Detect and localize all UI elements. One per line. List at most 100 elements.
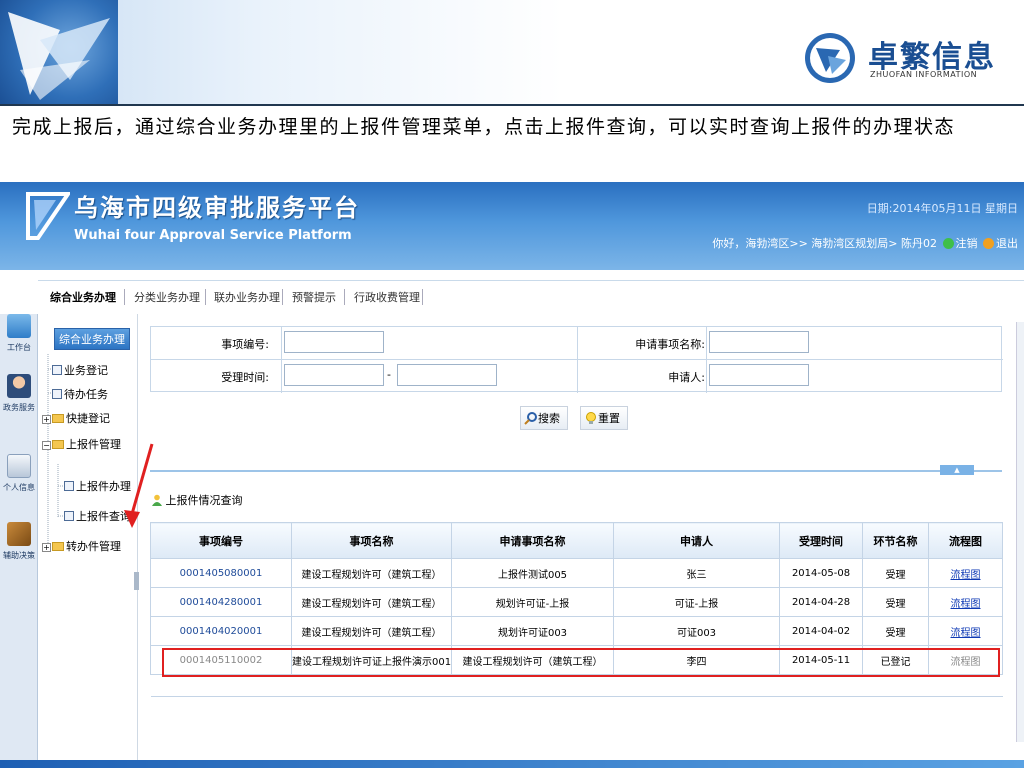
tree-item-business-register[interactable]: 业务登记 bbox=[52, 362, 108, 378]
tree-item-transfer-management[interactable]: + 转办件管理 bbox=[42, 538, 121, 554]
nav-separator bbox=[344, 289, 345, 305]
nav-separator bbox=[422, 289, 423, 305]
cell-item-name: 建设工程规划许可（建筑工程） bbox=[291, 616, 452, 646]
rail-label: 政务服务 bbox=[3, 403, 35, 412]
tab-admin-fees[interactable]: 行政收费管理 bbox=[354, 289, 420, 305]
cell-apply-name: 规划许可证-上报 bbox=[451, 587, 614, 617]
cell-stage: 受理 bbox=[862, 558, 929, 588]
apply-name-label: 申请事项名称: bbox=[635, 338, 705, 351]
brand-name-en: ZHUOFAN INFORMATION bbox=[870, 70, 978, 79]
annotation-arrow-icon bbox=[124, 443, 154, 528]
nav-separator bbox=[205, 289, 206, 305]
col-header-applicant: 申请人 bbox=[613, 522, 780, 559]
cell-item-name: 建设工程规划许可（建筑工程） bbox=[291, 587, 452, 617]
collapse-icon[interactable]: − bbox=[42, 441, 51, 450]
rail-item-gov-services[interactable]: 政务服务 bbox=[0, 374, 38, 413]
cell-stage: 受理 bbox=[862, 587, 929, 617]
exit-icon[interactable] bbox=[983, 238, 994, 249]
tree-item-quick-register[interactable]: + 快捷登记 bbox=[42, 410, 110, 426]
slide-header: 卓繁信息 ZHUOFAN INFORMATION bbox=[0, 0, 1024, 105]
table-header-row: 事项编号 事项名称 申请事项名称 申请人 受理时间 环节名称 流程图 bbox=[150, 522, 1003, 559]
side-tree: 综合业务办理 业务登记 待办任务 + 快捷登记 − 上报件管理 上报件办理 上报件查… bbox=[40, 314, 138, 768]
form-divider bbox=[281, 327, 282, 393]
user-bar: 你好，海勃湾区>> 海勃湾区规划局> 陈丹02 注销 退出 bbox=[712, 235, 1018, 251]
person-icon bbox=[7, 374, 31, 398]
brand-logo-icon bbox=[805, 33, 855, 83]
col-header-flowchart: 流程图 bbox=[928, 522, 1003, 559]
table-empty-row bbox=[150, 674, 1003, 697]
exit-link[interactable]: 退出 bbox=[996, 237, 1018, 250]
expand-icon[interactable]: + bbox=[42, 415, 51, 424]
cell-item-no[interactable]: 0001404280001 bbox=[150, 587, 292, 617]
expand-icon[interactable]: + bbox=[42, 543, 51, 552]
profile-card-icon bbox=[7, 454, 31, 478]
reset-button-label: 重置 bbox=[598, 413, 620, 425]
rail-item-workbench[interactable]: 工作台 bbox=[0, 314, 38, 353]
annotation-highlight-box bbox=[162, 648, 1000, 677]
table-row[interactable]: 0001404020001 建设工程规划许可（建筑工程） 规划许可证003 可证… bbox=[150, 616, 1003, 646]
app-title-en: Wuhai four Approval Service Platform bbox=[74, 228, 352, 243]
folder-icon bbox=[52, 414, 64, 423]
reset-button[interactable]: 重置 bbox=[580, 406, 628, 430]
cell-apply-name: 规划许可证003 bbox=[451, 616, 614, 646]
search-button-label: 搜索 bbox=[538, 413, 560, 425]
date-range-dash: - bbox=[387, 368, 391, 381]
cell-accept-time: 2014-05-08 bbox=[779, 558, 863, 588]
document-icon bbox=[64, 511, 74, 521]
cell-item-no[interactable]: 0001405080001 bbox=[150, 558, 292, 588]
rail-item-decision-support[interactable]: 辅助决策 bbox=[0, 522, 38, 561]
app-title: 乌海市四级审批服务平台 bbox=[74, 194, 360, 222]
nav-separator bbox=[282, 289, 283, 305]
form-divider bbox=[577, 327, 578, 393]
cell-applicant: 张三 bbox=[613, 558, 780, 588]
col-header-apply-name: 申请事项名称 bbox=[451, 522, 614, 559]
folder-open-icon bbox=[52, 440, 64, 449]
side-tree-title[interactable]: 综合业务办理 bbox=[54, 328, 130, 350]
tree-item-label: 快捷登记 bbox=[66, 412, 110, 425]
tree-item-label: 业务登记 bbox=[64, 364, 108, 377]
search-button[interactable]: 搜索 bbox=[520, 406, 568, 430]
slide-bottom-bar bbox=[0, 760, 1024, 768]
tree-item-label: 转办件管理 bbox=[66, 540, 121, 553]
table-row[interactable]: 0001405080001 建设工程规划许可（建筑工程） 上报件测试005 张三… bbox=[150, 558, 1003, 588]
slide-caption: 完成上报后，通过综合业务办理里的上报件管理菜单，点击上报件查询，可以实时查询上报… bbox=[12, 116, 956, 138]
tab-joint-business[interactable]: 联办业务办理 bbox=[214, 289, 280, 305]
sidebar-collapse-handle[interactable] bbox=[134, 572, 139, 590]
document-icon bbox=[52, 365, 62, 375]
results-collapse-toggle[interactable]: ▲ bbox=[940, 465, 974, 475]
table-row[interactable]: 0001404280001 建设工程规划许可（建筑工程） 规划许可证-上报 可证… bbox=[150, 587, 1003, 617]
col-header-item-no: 事项编号 bbox=[150, 522, 292, 559]
results-title-text: 上报件情况查询 bbox=[165, 494, 243, 507]
logout-icon[interactable] bbox=[942, 238, 954, 249]
search-form: 事项编号: 申请事项名称: 受理时间: - 申请人: bbox=[150, 326, 1003, 393]
tab-category-business[interactable]: 分类业务办理 bbox=[134, 289, 200, 305]
app-date: 日期:2014年05月11日 星期日 bbox=[866, 202, 1018, 215]
apply-name-input[interactable] bbox=[709, 331, 809, 353]
cell-accept-time: 2014-04-02 bbox=[779, 616, 863, 646]
accept-time-start-input[interactable] bbox=[284, 364, 384, 386]
cell-applicant: 可证003 bbox=[613, 616, 780, 646]
flowchart-link[interactable]: 流程图 bbox=[928, 616, 1003, 646]
app-header: 乌海市四级审批服务平台 Wuhai four Approval Service … bbox=[0, 182, 1024, 270]
rail-label: 个人信息 bbox=[3, 483, 35, 492]
flowchart-link[interactable]: 流程图 bbox=[928, 558, 1003, 588]
rail-item-personal-info[interactable]: 个人信息 bbox=[0, 454, 38, 493]
cell-item-no[interactable]: 0001404020001 bbox=[150, 616, 292, 646]
cell-apply-name: 上报件测试005 bbox=[451, 558, 614, 588]
item-no-input[interactable] bbox=[284, 331, 384, 353]
flowchart-link[interactable]: 流程图 bbox=[928, 587, 1003, 617]
main-panel: 事项编号: 申请事项名称: 受理时间: - 申请人: 搜索 重置 ▲ 上报件情况… bbox=[150, 326, 1003, 746]
tab-warning[interactable]: 预警提示 bbox=[292, 289, 336, 305]
tab-integrated-business[interactable]: 综合业务办理 bbox=[50, 289, 116, 305]
logout-link[interactable]: 注销 bbox=[956, 237, 978, 250]
gavel-icon bbox=[7, 522, 31, 546]
accept-time-end-input[interactable] bbox=[397, 364, 497, 386]
cell-item-name: 建设工程规划许可（建筑工程） bbox=[291, 558, 452, 588]
tree-item-label: 待办任务 bbox=[64, 388, 108, 401]
rail-label: 辅助决策 bbox=[3, 551, 35, 560]
tree-item-todo-tasks[interactable]: 待办任务 bbox=[52, 386, 108, 402]
col-header-item-name: 事项名称 bbox=[291, 522, 452, 559]
applicant-input[interactable] bbox=[709, 364, 809, 386]
vertical-scrollbar[interactable] bbox=[1016, 322, 1024, 742]
tree-item-report-management[interactable]: − 上报件管理 bbox=[42, 436, 121, 452]
